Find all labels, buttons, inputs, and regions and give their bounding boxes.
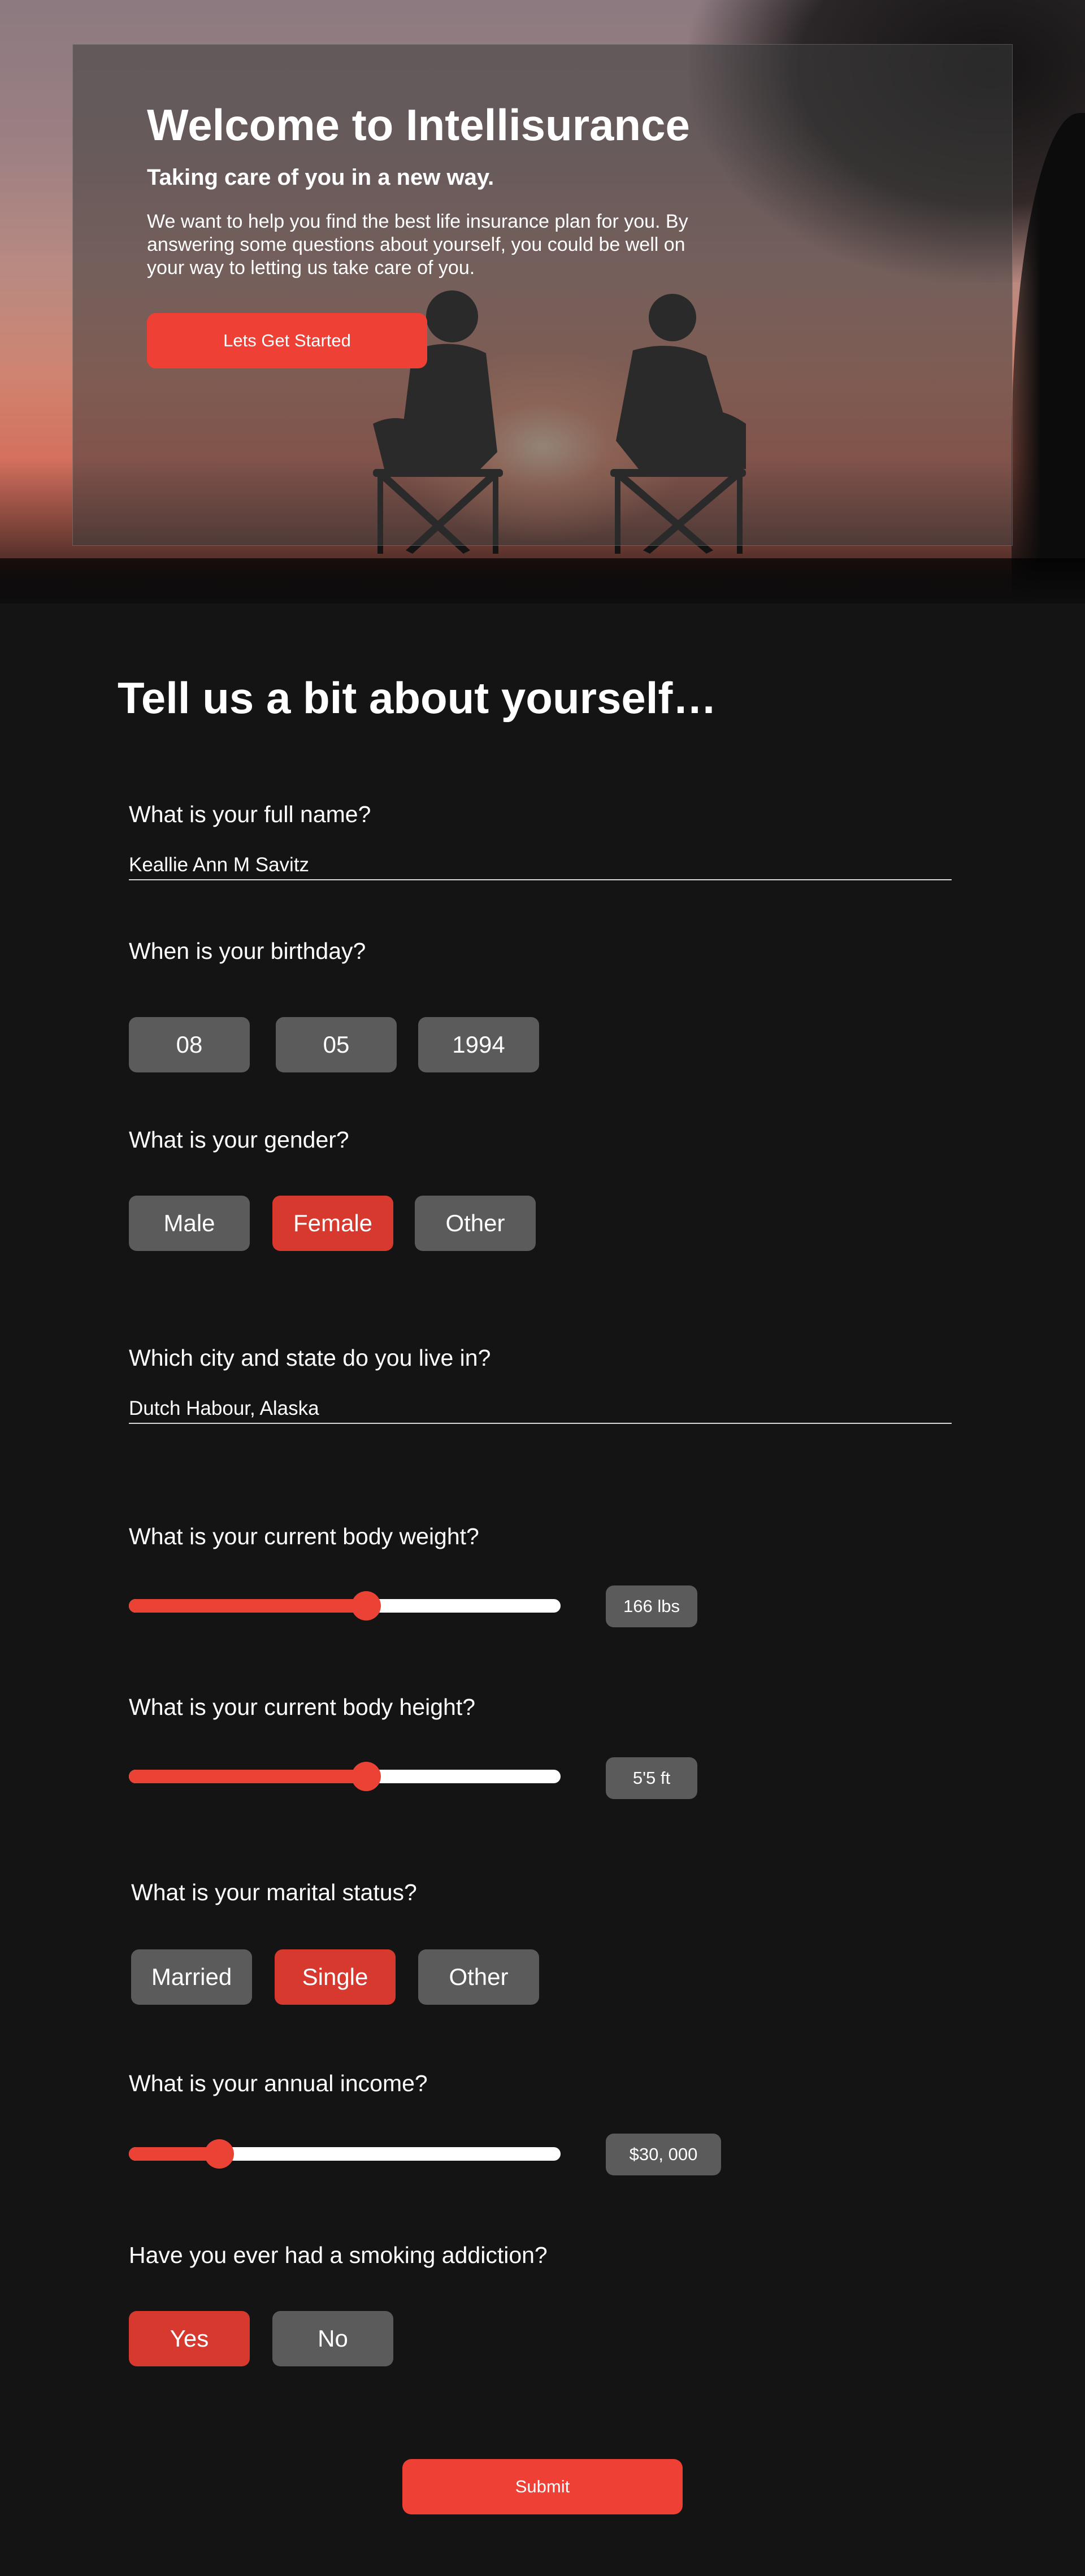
height-value-badge: 5'5 ft xyxy=(606,1757,697,1799)
location-question: Which city and state do you live in? xyxy=(129,1345,491,1371)
birth-day-field[interactable]: 05 xyxy=(276,1017,397,1072)
height-question: What is your current body height? xyxy=(129,1694,476,1720)
slider-fill xyxy=(129,1599,367,1613)
marital-question: What is your marital status? xyxy=(131,1879,417,1905)
weight-slider[interactable] xyxy=(129,1591,561,1621)
full-name-input[interactable] xyxy=(129,851,952,880)
marital-option-other[interactable]: Other xyxy=(418,1949,539,2005)
weight-question: What is your current body weight? xyxy=(129,1523,479,1549)
slider-handle[interactable] xyxy=(351,1762,381,1791)
marital-option-single[interactable]: Single xyxy=(275,1949,396,2005)
birth-year-field[interactable]: 1994 xyxy=(418,1017,539,1072)
income-slider[interactable] xyxy=(129,2139,561,2169)
marital-option-married[interactable]: Married xyxy=(131,1949,252,2005)
hero-title: Welcome to Intellisurance xyxy=(147,100,690,150)
hero-subtitle: Taking care of you in a new way. xyxy=(147,165,494,190)
gender-option-female[interactable]: Female xyxy=(272,1196,393,1251)
birth-month-field[interactable]: 08 xyxy=(129,1017,250,1072)
form-title: Tell us a bit about yourself… xyxy=(118,673,717,723)
smoking-option-yes[interactable]: Yes xyxy=(129,2311,250,2366)
income-value-badge: $30, 000 xyxy=(606,2134,721,2175)
gender-option-other[interactable]: Other xyxy=(415,1196,536,1251)
gender-option-male[interactable]: Male xyxy=(129,1196,250,1251)
slider-track xyxy=(129,1599,561,1613)
ground-silhouette xyxy=(0,558,1085,603)
hero-description: We want to help you find the best life i… xyxy=(147,211,688,279)
slider-track xyxy=(129,1770,561,1783)
smoking-question: Have you ever had a smoking addiction? xyxy=(129,2242,548,2268)
slider-fill xyxy=(129,1770,367,1783)
slider-handle[interactable] xyxy=(205,2139,235,2169)
smoking-option-no[interactable]: No xyxy=(272,2311,393,2366)
slider-handle[interactable] xyxy=(351,1591,381,1621)
height-slider[interactable] xyxy=(129,1762,561,1791)
submit-button[interactable]: Submit xyxy=(402,2459,683,2514)
weight-value-badge: 166 lbs xyxy=(606,1585,697,1627)
city-state-input[interactable] xyxy=(129,1395,952,1424)
name-question: What is your full name? xyxy=(129,801,371,827)
birthday-question: When is your birthday? xyxy=(129,938,366,964)
gender-question: What is your gender? xyxy=(129,1127,349,1153)
slider-track xyxy=(129,2147,561,2161)
income-question: What is your annual income? xyxy=(129,2070,428,2096)
get-started-button[interactable]: Lets Get Started xyxy=(147,313,427,368)
